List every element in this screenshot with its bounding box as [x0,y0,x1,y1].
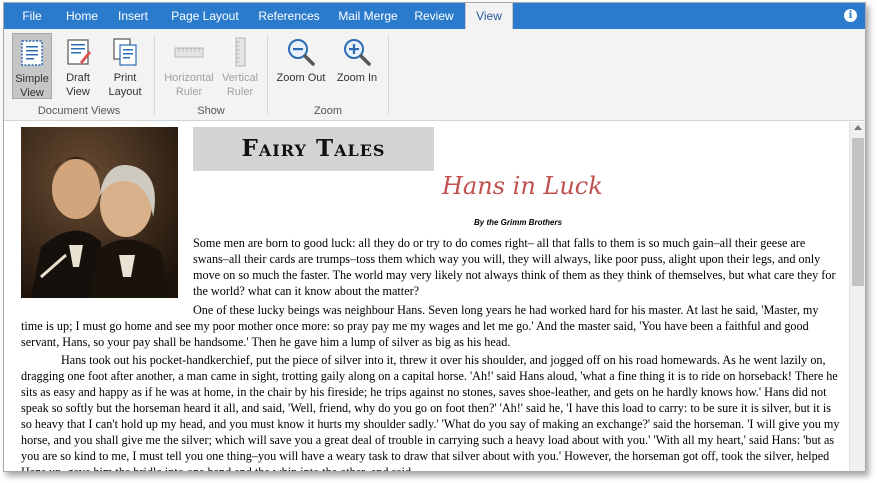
scroll-up-arrow-icon[interactable] [854,125,862,130]
scrollbar-thumb[interactable] [852,138,864,286]
vertical-ruler-icon [224,36,256,68]
draft-view-icon [62,36,94,68]
tab-review[interactable]: Review [408,3,460,29]
horizontal-ruler-label: Horizontal Ruler [164,72,214,98]
zoom-group-label: Zoom [313,105,343,117]
document-title: Fairy Tales [241,135,386,162]
info-icon[interactable]: i [844,9,857,22]
horizontal-ruler-icon [173,36,205,68]
draft-view-button[interactable]: Draft View [58,33,98,99]
print-layout-icon [109,36,141,68]
print-layout-button[interactable]: Print Layout [104,33,146,99]
tab-home[interactable]: Home [58,3,106,29]
tab-insert[interactable]: Insert [110,3,156,29]
document-subtitle: Hans in Luck [442,172,603,200]
simple-view-label: Simple View [15,73,49,99]
ribbon-tab-strip: File Home Insert Page Layout References … [4,3,865,29]
draft-view-label: Draft View [66,72,90,98]
document-byline: By the Grimm Brothers [474,218,563,227]
zoom-out-button[interactable]: Zoom Out [274,33,328,99]
zoom-out-icon [285,36,317,68]
paragraph: Hans took out his pocket-handkerchief, p… [21,353,840,472]
document-title-box: Fairy Tales [193,127,434,171]
print-layout-label: Print Layout [108,72,142,98]
tab-page-layout[interactable]: Page Layout [164,3,246,29]
simple-view-icon [16,37,48,69]
paragraph: Some men are born to good luck: all they… [193,236,836,298]
vertical-scrollbar[interactable] [849,122,865,471]
zoom-in-label: Zoom In [336,72,378,84]
ribbon-panel: Simple View Draft View Print Layout Docu… [4,29,865,121]
ribbon-separator [388,35,389,115]
vertical-ruler-checkbox[interactable]: Vertical Ruler [220,33,260,99]
rich-edit-window: File Home Insert Page Layout References … [3,2,866,472]
ribbon-separator [267,35,268,115]
show-group-label: Show [197,105,225,117]
tab-file[interactable]: File [12,3,52,29]
paragraph: One of these lucky beings was neighbour … [21,303,819,349]
zoom-in-button[interactable]: Zoom In [334,33,380,99]
zoom-in-icon [341,36,373,68]
simple-view-button[interactable]: Simple View [12,33,52,99]
grimm-brothers-portrait [21,127,178,298]
vertical-ruler-label: Vertical Ruler [221,72,259,98]
document-views-group-label: Document Views [37,105,121,117]
tab-mail-merge[interactable]: Mail Merge [332,3,404,29]
ribbon-separator [154,35,155,115]
tab-references[interactable]: References [252,3,326,29]
horizontal-ruler-checkbox[interactable]: Horizontal Ruler [159,33,219,99]
tab-view[interactable]: View [465,3,513,29]
zoom-out-label: Zoom Out [276,72,326,84]
document-editor[interactable]: Fairy Tales Hans in Luck By the Grimm Br… [4,122,849,472]
